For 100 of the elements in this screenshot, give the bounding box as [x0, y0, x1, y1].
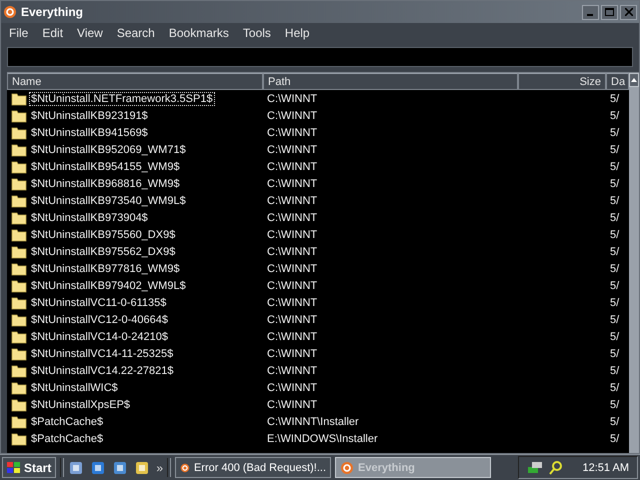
taskbar-button[interactable]: Error 400 (Bad Request)!... [175, 457, 332, 478]
file-date: 5/ [609, 296, 620, 308]
file-name[interactable]: $NtUninstallVC14.22-27821$ [30, 364, 174, 376]
folder-icon [11, 244, 27, 258]
file-path: C:\WINNT [266, 92, 318, 104]
folder-icon [11, 262, 27, 276]
file-path: C:\WINNT [266, 160, 318, 172]
file-name[interactable]: $NtUninstallKB979402_WM9L$ [30, 280, 187, 292]
file-name[interactable]: $NtUninstallKB973540_WM9L$ [30, 194, 187, 206]
file-path: C:\WINNT [266, 330, 318, 342]
file-path: C:\WINNT [266, 228, 318, 240]
file-path: C:\WINNT [266, 364, 318, 376]
folder-icon [11, 432, 27, 446]
file-date: 5/ [609, 126, 620, 138]
file-name[interactable]: $NtUninstallVC14-0-24210$ [30, 330, 169, 342]
file-date: 5/ [609, 110, 620, 122]
folder-icon [11, 210, 27, 224]
folder-icon [11, 364, 27, 378]
close-button[interactable] [620, 4, 637, 20]
file-date: 5/ [609, 178, 620, 190]
file-path: E:\WINDOWS\Installer [266, 432, 379, 444]
folder-icon [11, 346, 27, 360]
minimize-button[interactable] [582, 4, 599, 20]
scroll-up-button[interactable] [629, 73, 639, 87]
menu-item[interactable]: Search [116, 26, 155, 40]
file-path: C:\WINNT [266, 382, 318, 394]
file-date: 5/ [609, 364, 620, 376]
file-date: 5/ [609, 160, 620, 172]
file-path: C:\WINNT [266, 212, 318, 224]
windows-flag-icon [7, 462, 21, 474]
file-name[interactable]: $NtUninstallKB973904$ [30, 212, 149, 224]
file-name[interactable]: $PatchCache$ [30, 416, 104, 428]
file-path: C:\WINNT [266, 296, 318, 308]
menu-item[interactable]: View [77, 26, 103, 40]
file-name[interactable]: $NtUninstallKB975562_DX9$ [30, 246, 176, 258]
file-path: C:\WINNT [266, 144, 318, 156]
file-date: 5/ [609, 144, 620, 156]
menu-item[interactable]: Help [284, 26, 310, 40]
file-path: C:\WINNT [266, 314, 318, 326]
file-name[interactable]: $NtUninstallVC12-0-40664$ [30, 314, 169, 326]
file-path: C:\WINNT [266, 280, 318, 292]
file-name[interactable]: $PatchCache$ [30, 432, 104, 444]
folder-icon [11, 142, 27, 156]
magnifier-icon[interactable] [548, 460, 563, 474]
folder-icon [11, 176, 27, 190]
file-date: 5/ [609, 432, 620, 444]
file-name[interactable]: $NtUninstallKB954155_WM9$ [30, 160, 181, 172]
file-name[interactable]: $NtUninstallKB952069_WM71$ [30, 144, 187, 156]
file-name[interactable]: $NtUninstall.NETFramework3.5SP1$ [30, 92, 214, 104]
file-name[interactable]: $NtUninstallWIC$ [30, 382, 119, 394]
column-header[interactable]: Path [263, 73, 518, 90]
file-path: C:\WINNT\Installer [266, 416, 360, 428]
folder-icon [11, 108, 27, 122]
folder-icon [11, 160, 27, 174]
menu-item[interactable]: Tools [242, 26, 271, 40]
file-date: 5/ [609, 280, 620, 292]
column-header[interactable]: Size [518, 73, 606, 90]
file-name[interactable]: $NtUninstallKB941569$ [30, 126, 149, 138]
folder-icon [11, 126, 27, 140]
scrollbar[interactable] [629, 73, 639, 453]
file-date: 5/ [609, 246, 620, 258]
more-button[interactable]: » [156, 460, 164, 474]
search-field[interactable] [7, 47, 633, 67]
column-header[interactable]: Name [7, 73, 263, 90]
file-name[interactable]: $NtUninstallVC14-11-25325$ [30, 348, 174, 360]
file-date: 5/ [609, 416, 620, 428]
menu-item[interactable]: Edit [42, 26, 64, 40]
start-button[interactable]: Start [2, 457, 56, 478]
file-date: 5/ [609, 92, 620, 104]
folder-icon [11, 414, 27, 428]
file-name[interactable]: $NtUninstallKB968816_WM9$ [30, 178, 181, 190]
file-name[interactable]: $NtUninstallKB923191$ [30, 110, 149, 122]
file-name[interactable]: $NtUninstallKB977816_WM9$ [30, 262, 181, 274]
file-path: C:\WINNT [266, 178, 318, 190]
file-date: 5/ [609, 382, 620, 394]
folder-icon [11, 194, 27, 208]
file-date: 5/ [609, 194, 620, 206]
menu-item[interactable]: Bookmarks [168, 26, 229, 40]
file-date: 5/ [609, 398, 620, 410]
maximize-icon [605, 8, 614, 16]
file-name[interactable]: $NtUninstallKB975560_DX9$ [30, 228, 176, 240]
file-name[interactable]: $NtUninstallVC11-0-61135$ [30, 296, 168, 308]
maximize-button[interactable] [601, 4, 618, 20]
menu-item[interactable]: File [9, 26, 28, 40]
file-date: 5/ [609, 330, 620, 342]
app-icon [340, 460, 354, 474]
file-date: 5/ [609, 212, 620, 224]
file-name[interactable]: $NtUninstallXpsEP$ [30, 398, 132, 410]
folder-icon [11, 312, 27, 326]
file-path: C:\WINNT [266, 398, 318, 410]
up-arrow-icon [631, 78, 637, 82]
clock: 12:51 AM [582, 462, 629, 474]
file-date: 5/ [609, 228, 620, 240]
network-icon[interactable] [526, 460, 543, 474]
app-logo-icon [3, 5, 17, 19]
window-title: Everything [21, 5, 84, 19]
folder-icon [11, 380, 27, 394]
file-path: C:\WINNT [266, 348, 318, 360]
folder-icon [11, 228, 27, 242]
column-header[interactable]: Da [606, 73, 629, 90]
